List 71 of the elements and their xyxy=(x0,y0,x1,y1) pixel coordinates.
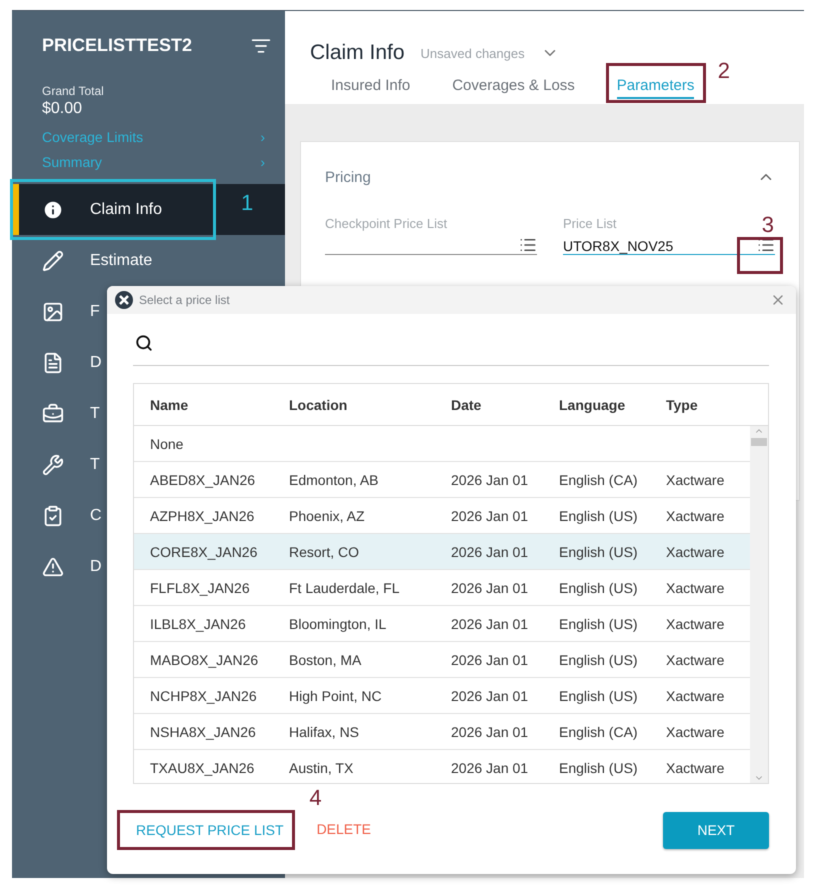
table-cell-text: TXAU8X_JAN26 xyxy=(150,760,256,776)
nav-label: D xyxy=(90,354,102,372)
table-cell-text: Boston, MA xyxy=(289,652,362,668)
table-cell-text: Bloomington, IL xyxy=(289,616,388,632)
table-cell-text: English (US) xyxy=(559,544,639,560)
table-cell-text: Phoenix, AZ xyxy=(289,508,366,524)
table-cell-text: Resort, CO xyxy=(289,544,360,560)
field-label: Price List xyxy=(563,216,616,231)
nav-label: Estimate xyxy=(90,252,152,270)
table-cell-text: 2026 Jan 01 xyxy=(451,508,530,524)
column-header: Type xyxy=(666,396,699,412)
table-cell-text: Xactware xyxy=(666,616,726,632)
table-cell-text: CORE8X_JAN26 xyxy=(150,544,258,560)
nav-label: Claim Info xyxy=(90,200,162,218)
callout-number: 4 xyxy=(309,785,322,811)
table-cell-text: ABED8X_JAN26 xyxy=(150,472,256,488)
nav-label: T xyxy=(90,456,100,474)
table-cell-text: NSHA8X_JAN26 xyxy=(150,724,257,740)
table-cell-text: 2026 Jan 01 xyxy=(451,724,530,740)
table-cell-text: 2026 Jan 01 xyxy=(451,616,530,632)
table-cell-text: 2026 Jan 01 xyxy=(451,688,530,704)
field-label: Checkpoint Price List xyxy=(325,216,448,231)
grand-total-value: $0.00 xyxy=(42,100,84,118)
table-cell-text: None xyxy=(150,436,184,452)
table-cell-text: Xactware xyxy=(666,508,726,524)
dialog-title: Select a price list xyxy=(139,293,231,307)
table-cell-text: Xactware xyxy=(666,580,726,596)
table-cell-text: Xactware xyxy=(666,652,726,668)
table-cell-text: English (US) xyxy=(559,760,639,776)
table-cell-text: Ft Lauderdale, FL xyxy=(289,580,401,596)
table-cell-text: Xactware xyxy=(666,724,726,740)
table-cell-text: English (US) xyxy=(559,508,639,524)
column-header: Name xyxy=(150,396,190,412)
table-cell-text: English (CA) xyxy=(559,472,639,488)
table-cell-text: MABO8X_JAN26 xyxy=(150,652,260,668)
callout-number: 1 xyxy=(241,190,254,216)
table-cell-text: English (US) xyxy=(559,688,639,704)
save-status: Unsaved changes xyxy=(420,46,525,60)
table-cell-text: 2026 Jan 01 xyxy=(451,472,530,488)
column-header: Language xyxy=(559,396,626,412)
table-cell-text: English (CA) xyxy=(559,724,639,740)
table-cell-text: English (US) xyxy=(559,652,639,668)
table-cell-text: English (US) xyxy=(559,580,639,596)
section-title: Pricing xyxy=(325,168,371,186)
table-cell-text: Austin, TX xyxy=(289,760,354,776)
table-cell-text: Xactware xyxy=(666,760,726,776)
table-cell-text: Edmonton, AB xyxy=(289,472,380,488)
table-cell-text: Xactware xyxy=(666,688,726,704)
nav-label: D xyxy=(90,558,102,576)
table-cell-text: Halifax, NS xyxy=(289,724,360,740)
table-cell-text: Xactware xyxy=(666,544,726,560)
grand-total-label: Grand Total xyxy=(42,84,105,98)
page-title: Claim Info xyxy=(310,41,405,65)
table-cell-text: FLFL8X_JAN26 xyxy=(150,580,251,596)
column-header: Date xyxy=(451,396,482,412)
table-cell-text: ILBL8X_JAN26 xyxy=(150,616,247,632)
table-cell-text: English (US) xyxy=(559,616,639,632)
table-cell-text: High Point, NC xyxy=(289,688,383,704)
callout-number: 2 xyxy=(718,58,730,84)
table-cell-text: Xactware xyxy=(666,472,726,488)
table-cell-text: 2026 Jan 01 xyxy=(451,544,530,560)
table-cell-text: NCHP8X_JAN26 xyxy=(150,688,258,704)
table-cell-text: 2026 Jan 01 xyxy=(451,580,530,596)
table-cell-text: 2026 Jan 01 xyxy=(451,760,530,776)
table-cell-text: 2026 Jan 01 xyxy=(451,652,530,668)
table-cell-text: AZPH8X_JAN26 xyxy=(150,508,256,524)
nav-label: C xyxy=(90,506,102,524)
nav-label: T xyxy=(90,404,100,422)
nav-label: F xyxy=(90,302,100,320)
column-header: Location xyxy=(289,396,348,412)
claim-title: PRICELISTTEST2 xyxy=(42,35,192,56)
